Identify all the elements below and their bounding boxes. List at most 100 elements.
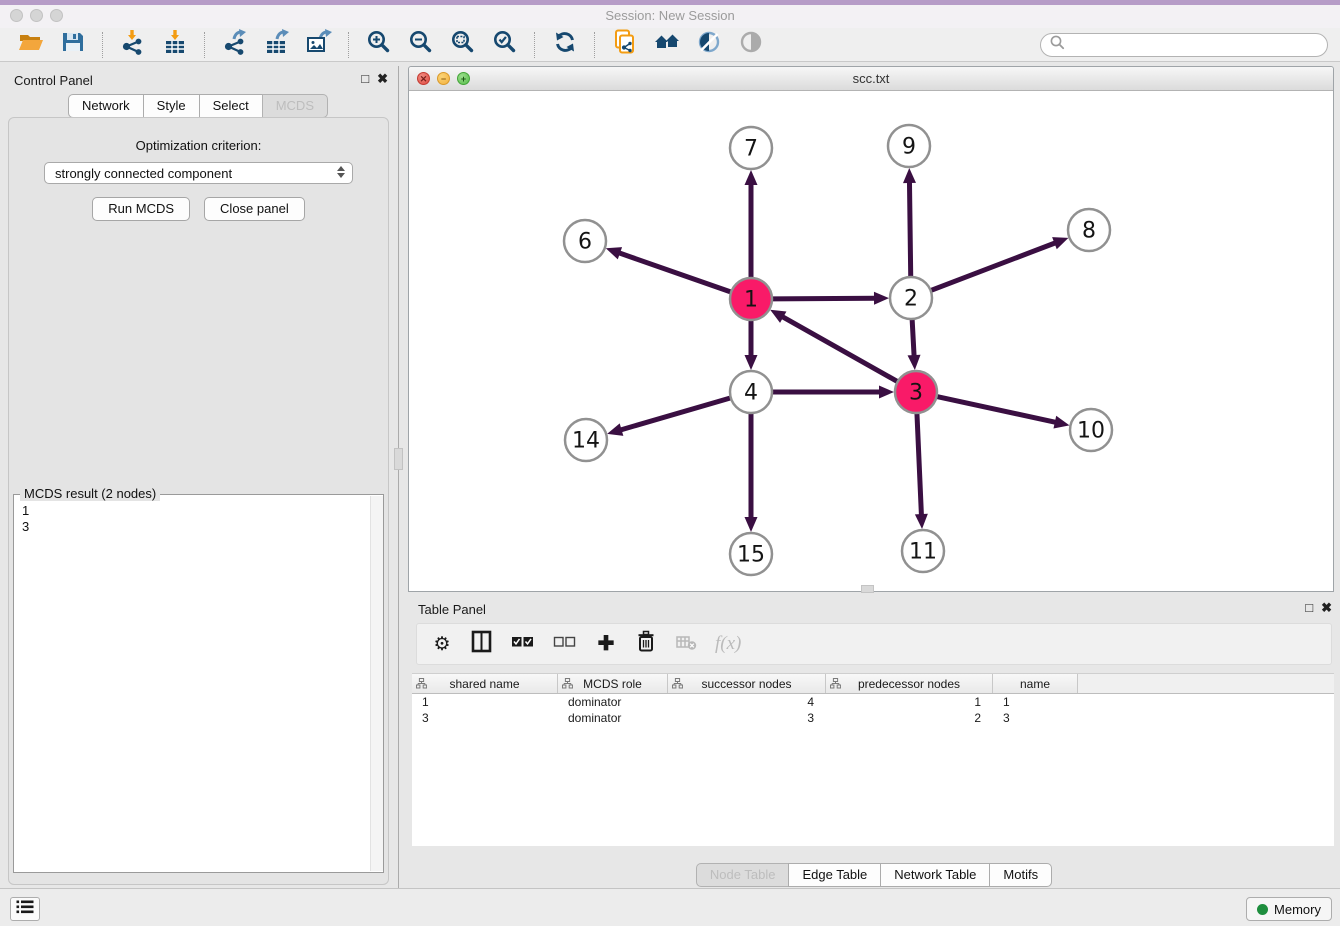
export-table-button[interactable] xyxy=(260,30,294,60)
birds-eye-button[interactable] xyxy=(734,30,768,60)
table-tabs: Node TableEdge TableNetwork TableMotifs xyxy=(408,863,1340,887)
tab-select[interactable]: Select xyxy=(199,94,263,118)
network-graph[interactable]: 1234678910111415 xyxy=(410,91,1332,590)
graph-edge-arrow-3-11 xyxy=(915,514,928,529)
graph-edge-2-9[interactable] xyxy=(909,181,910,276)
vertical-splitter[interactable] xyxy=(398,66,399,888)
graph-edge-arrow-4-15 xyxy=(745,517,758,532)
run-mcds-button[interactable]: Run MCDS xyxy=(92,197,190,221)
network-window-titlebar[interactable]: ✕ − + scc.txt xyxy=(409,67,1333,91)
export-network-button[interactable] xyxy=(218,30,252,60)
memory-status-icon xyxy=(1257,904,1268,915)
tab-node-table[interactable]: Node Table xyxy=(696,863,790,887)
horizontal-splitter-grip[interactable] xyxy=(861,585,874,593)
close-panel-icon[interactable]: ✖ xyxy=(1321,600,1332,616)
mcds-result-list[interactable]: 13 xyxy=(14,497,370,872)
homes-button[interactable] xyxy=(650,30,684,60)
control-panel-title: Control Panel xyxy=(14,73,93,88)
graph-edge-3-1[interactable] xyxy=(781,316,896,381)
close-panel-icon[interactable]: ✖ xyxy=(377,71,388,87)
graph-node-label-7: 7 xyxy=(744,137,758,162)
tab-network[interactable]: Network xyxy=(68,94,144,118)
table-row[interactable]: 1dominator411 xyxy=(412,694,1334,710)
column-panel-button[interactable] xyxy=(471,630,493,658)
control-panel-tabs: NetworkStyleSelectMCDS xyxy=(0,94,396,118)
tab-network-table[interactable]: Network Table xyxy=(880,863,990,887)
column-header-name[interactable]: name xyxy=(993,674,1078,693)
float-panel-icon[interactable]: □ xyxy=(361,71,369,87)
task-history-button[interactable] xyxy=(10,897,40,921)
toggle-graphics-details-button[interactable] xyxy=(692,30,726,60)
table-row[interactable]: 3dominator323 xyxy=(412,710,1334,726)
criterion-dropdown[interactable]: strongly connected component xyxy=(44,162,353,184)
add-column-button[interactable]: ✚ xyxy=(595,630,617,658)
memory-button[interactable]: Memory xyxy=(1246,897,1332,921)
criterion-label: Optimization criterion: xyxy=(9,138,388,153)
export-image-button[interactable] xyxy=(302,30,336,60)
graph-node-label-2: 2 xyxy=(904,287,918,312)
graph-edge-2-8[interactable] xyxy=(932,242,1057,290)
tab-mcds[interactable]: MCDS xyxy=(262,94,328,118)
tab-motifs[interactable]: Motifs xyxy=(989,863,1052,887)
deselect-all-button[interactable] xyxy=(553,630,577,658)
table-cell[interactable]: dominator xyxy=(558,710,668,726)
zoom-in-icon xyxy=(366,29,392,60)
graph-edge-1-6[interactable] xyxy=(618,253,730,292)
save-session-button[interactable] xyxy=(56,30,90,60)
graph-node-label-14: 14 xyxy=(572,429,600,454)
select-all-button[interactable] xyxy=(511,630,535,658)
mcds-result-group: MCDS result (2 nodes) 13 xyxy=(13,494,384,873)
toolbar-separator xyxy=(534,32,536,58)
result-scrollbar[interactable] xyxy=(370,496,383,871)
control-panel: Control Panel □ ✖ NetworkStyleSelectMCDS… xyxy=(0,66,396,888)
table-cell[interactable]: 2 xyxy=(826,710,993,726)
node-table: shared nameMCDS rolesuccessor nodes prede… xyxy=(412,673,1334,846)
zoom-selected-button[interactable] xyxy=(488,30,522,60)
table-cell[interactable]: 3 xyxy=(668,710,826,726)
table-cell[interactable]: 4 xyxy=(668,694,826,710)
column-header-predecessor-nodes[interactable]: predecessor nodes xyxy=(826,674,993,693)
graph-edge-1-2[interactable] xyxy=(773,298,876,299)
search-input[interactable] xyxy=(1066,37,1327,53)
table-panel-header: Table Panel □ ✖ xyxy=(408,595,1340,623)
graph-edge-3-10[interactable] xyxy=(937,397,1056,423)
search-field[interactable] xyxy=(1040,33,1328,57)
tab-edge-table[interactable]: Edge Table xyxy=(788,863,881,887)
homes-icon xyxy=(654,29,680,60)
import-network-button[interactable] xyxy=(116,30,150,60)
zoom-fit-button[interactable] xyxy=(446,30,480,60)
table-cell[interactable]: 3 xyxy=(412,710,558,726)
tab-style[interactable]: Style xyxy=(143,94,200,118)
clone-network-button[interactable] xyxy=(608,30,642,60)
table-cell[interactable]: 3 xyxy=(993,710,1078,726)
close-panel-button[interactable]: Close panel xyxy=(204,197,305,221)
vertical-splitter-grip[interactable] xyxy=(394,448,403,470)
graph-edge-4-14[interactable] xyxy=(620,398,730,430)
import-table-icon xyxy=(162,29,188,60)
table-cell[interactable]: 1 xyxy=(826,694,993,710)
toolbar-separator xyxy=(348,32,350,58)
column-header-successor-nodes[interactable]: successor nodes xyxy=(668,674,826,693)
table-panel: Table Panel □ ✖ ⚙ ✚ f(x) shared nameMCDS… xyxy=(408,595,1340,888)
graph-edge-2-3[interactable] xyxy=(912,320,914,357)
table-cell[interactable]: 1 xyxy=(412,694,558,710)
float-panel-icon[interactable]: □ xyxy=(1305,600,1313,616)
open-session-button[interactable] xyxy=(14,30,48,60)
zoom-in-button[interactable] xyxy=(362,30,396,60)
graph-node-label-6: 6 xyxy=(578,230,592,255)
graph-edge-3-11[interactable] xyxy=(917,414,921,516)
zoom-out-button[interactable] xyxy=(404,30,438,60)
select-all-icon xyxy=(511,634,535,654)
column-header-mcds-role[interactable]: MCDS role xyxy=(558,674,668,693)
export-image-icon xyxy=(306,29,332,60)
table-cell[interactable]: dominator xyxy=(558,694,668,710)
refresh-button[interactable] xyxy=(548,30,582,60)
network-canvas[interactable]: 1234678910111415 xyxy=(410,91,1332,590)
table-options-button[interactable]: ⚙ xyxy=(431,630,453,658)
column-header-shared-name[interactable]: shared name xyxy=(412,674,558,693)
delete-columns-button[interactable] xyxy=(635,630,657,658)
table-cell[interactable]: 1 xyxy=(993,694,1078,710)
column-header-label: predecessor nodes xyxy=(858,677,960,691)
status-bar: Memory xyxy=(0,888,1340,926)
import-table-button[interactable] xyxy=(158,30,192,60)
